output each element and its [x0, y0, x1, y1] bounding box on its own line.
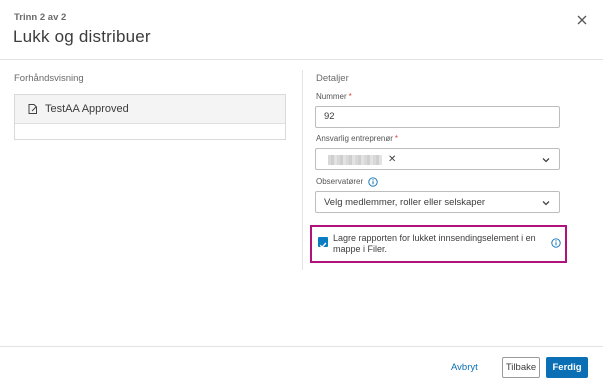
preview-section-label: Forhåndsvisning	[14, 73, 84, 84]
column-divider	[302, 70, 303, 270]
preview-card: TestAA Approved	[14, 94, 286, 140]
checkmark-icon	[319, 242, 327, 249]
observers-placeholder: Velg medlemmer, roller eller selskaper	[324, 197, 486, 208]
number-input[interactable]: 92	[315, 106, 560, 128]
contractor-field-label: Ansvarlig entreprenør *	[316, 134, 398, 143]
cancel-button[interactable]: Avbryt	[451, 362, 478, 373]
save-report-label: Lagre rapporten for lukket innsendingsel…	[333, 233, 536, 254]
step-indicator: Trinn 2 av 2	[14, 12, 67, 23]
info-icon[interactable]	[551, 238, 561, 248]
number-field-label: Nummer *	[316, 92, 352, 101]
observers-label-text: Observatører	[316, 177, 364, 187]
contractor-chip: ✕	[328, 153, 402, 166]
details-section-label: Detaljer	[316, 73, 349, 84]
observers-field-label: Observatører	[316, 177, 379, 187]
info-icon[interactable]	[368, 177, 379, 187]
preview-item-title: TestAA Approved	[45, 103, 129, 115]
chevron-down-icon	[542, 158, 550, 163]
finish-button[interactable]: Ferdig	[546, 357, 588, 378]
close-icon	[577, 15, 587, 25]
header-divider	[0, 59, 603, 60]
preview-card-header: TestAA Approved	[15, 95, 285, 124]
required-mark: *	[348, 92, 352, 101]
save-report-option: Lagre rapporten for lukket innsendingsel…	[310, 225, 567, 263]
observers-select[interactable]: Velg medlemmer, roller eller selskaper	[315, 191, 560, 213]
required-mark: *	[394, 134, 399, 143]
back-button[interactable]: Tilbake	[502, 357, 540, 378]
dialog-title: Lukk og distribuer	[13, 27, 151, 46]
document-edit-icon	[28, 104, 37, 114]
save-report-checkbox[interactable]	[318, 237, 328, 249]
footer-divider	[0, 346, 603, 347]
contractor-chip-value	[328, 154, 382, 165]
chip-remove-icon[interactable]: ✕	[388, 154, 396, 165]
chevron-down-icon	[542, 201, 550, 206]
close-button[interactable]	[574, 12, 590, 28]
contractor-select[interactable]: ✕	[315, 148, 560, 170]
number-label-text: Nummer	[316, 92, 347, 101]
contractor-label-text: Ansvarlig entreprenør	[316, 134, 393, 143]
